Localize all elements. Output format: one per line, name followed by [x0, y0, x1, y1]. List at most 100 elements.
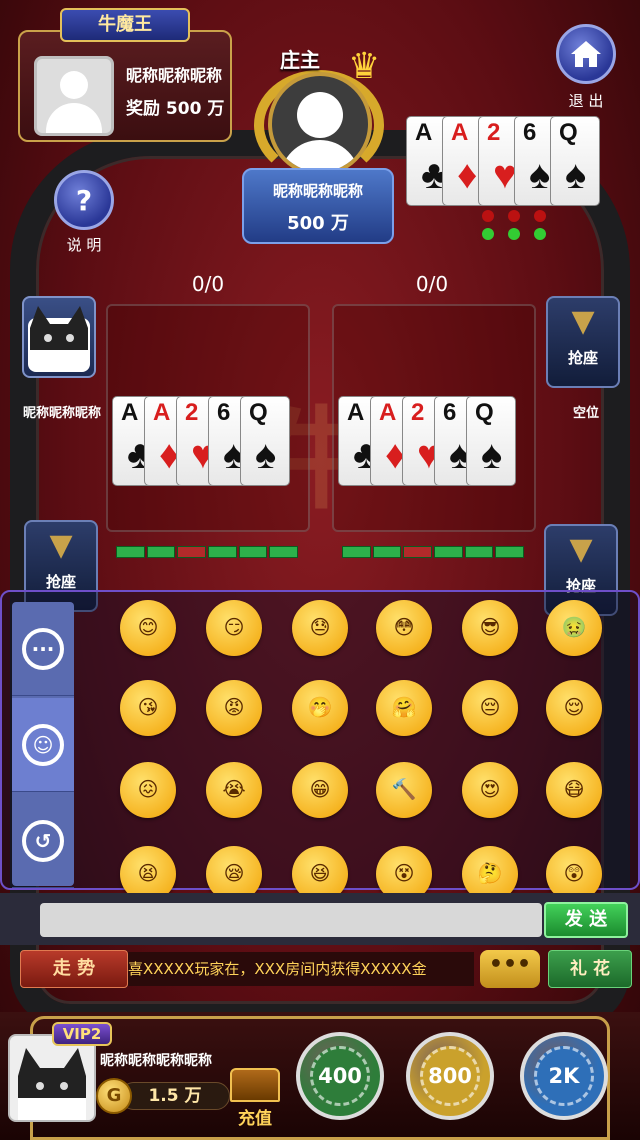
chat-input[interactable]: [40, 903, 542, 937]
emoji-option[interactable]: 🤭: [292, 680, 348, 736]
smile-icon: ☺: [22, 723, 64, 766]
card-suit-icon: ♠: [255, 433, 277, 477]
emoji-option[interactable]: 😔: [462, 680, 518, 736]
home-icon: [571, 41, 601, 67]
card-suit-icon: ♦: [457, 153, 478, 197]
emoji-option[interactable]: 🔨: [376, 762, 432, 818]
emoji-option[interactable]: 😷: [546, 762, 602, 818]
banker-avatar: [268, 72, 372, 176]
banker-title: 庄主: [280, 48, 320, 72]
card-rank: A: [415, 119, 433, 146]
card-rank: 6: [217, 399, 231, 426]
my-name: 昵称昵称昵称昵称: [100, 1053, 212, 1069]
emoji-option[interactable]: 😌: [546, 680, 602, 736]
playing-card: Q ♠: [550, 116, 600, 206]
crown-icon: ♛: [348, 46, 381, 87]
left-player-avatar[interactable]: [22, 296, 96, 378]
emoji-option[interactable]: 😓: [292, 600, 348, 656]
grab-seat-label: 抢座: [45, 573, 76, 591]
card-rank: 2: [411, 399, 425, 426]
grab-seat-label: 抢座: [567, 349, 598, 367]
more-chat-button[interactable]: •••: [480, 950, 540, 988]
send-button[interactable]: 发 送: [544, 902, 628, 938]
card-rank: Q: [559, 119, 578, 146]
cat-avatar-icon: [10, 1036, 94, 1120]
emoji-option[interactable]: 😏: [206, 600, 262, 656]
chip-label: 800: [420, 1046, 480, 1106]
card-rank: Q: [249, 399, 268, 426]
card-rank: A: [347, 399, 365, 426]
card-suit-icon: ♠: [481, 433, 503, 477]
recharge-label: 充值: [238, 1109, 272, 1129]
exit-button[interactable]: [556, 24, 616, 84]
right-seat-status: 空位: [572, 406, 599, 421]
tab-emoji[interactable]: ☺: [12, 698, 74, 792]
king-panel[interactable]: 昵称昵称昵称 奖励 500 万: [18, 30, 232, 142]
king-name: 昵称昵称昵称: [126, 66, 223, 85]
emoji-option[interactable]: 😖: [120, 762, 176, 818]
emoji-option[interactable]: 😎: [462, 600, 518, 656]
trend-button[interactable]: 走 势: [20, 950, 128, 988]
game-table: 牛 昵称昵称昵称 奖励 500 万 牛魔王 ? 说 明 退 出 ♛ 庄主 昵称昵…: [0, 0, 640, 1140]
card-rank: 6: [443, 399, 457, 426]
progress-bar-left: [116, 546, 299, 558]
tab-history[interactable]: ↺: [12, 794, 74, 888]
bet-chip-400[interactable]: 400: [296, 1032, 384, 1120]
card-rank: 6: [523, 119, 537, 146]
announcement-ticker: 喜XXXXX玩家在，XXX房间内获得XXXXX金: [128, 952, 474, 986]
emoji-option[interactable]: 😘: [120, 680, 176, 736]
vip-badge: VIP2: [52, 1022, 112, 1046]
cat-avatar-icon: [28, 306, 90, 372]
king-badge: 牛魔王: [60, 8, 190, 42]
my-balance: 1.5 万: [120, 1082, 230, 1110]
chip-label: 2K: [534, 1046, 594, 1106]
help-label: 说 明: [66, 236, 102, 254]
question-icon: ?: [75, 183, 93, 217]
exit-label: 退 出: [568, 92, 604, 110]
treasure-chest-icon: [230, 1068, 280, 1102]
status-dots: [478, 208, 548, 242]
grab-seat-button-right[interactable]: ▼ 抢座: [546, 296, 620, 388]
king-reward: 奖励 500 万: [126, 99, 225, 119]
banker-plate: 昵称昵称昵称 500 万: [242, 168, 394, 244]
card-rank: A: [379, 399, 397, 426]
king-avatar: [34, 56, 114, 136]
right-hand: A ♣ A ♦ 2 ♥ 6 ♠ Q ♠: [338, 396, 530, 488]
bet-chip-2k[interactable]: 2K: [520, 1032, 608, 1120]
card-rank: A: [121, 399, 139, 426]
history-icon: ↺: [22, 819, 64, 862]
gold-coin-icon: G: [96, 1078, 132, 1114]
card-rank: A: [153, 399, 171, 426]
emoji-option[interactable]: 🤢: [546, 600, 602, 656]
card-rank: 2: [487, 119, 501, 146]
down-arrow-icon: ▼: [571, 304, 595, 339]
tab-chat[interactable]: ···: [12, 602, 74, 696]
seat-score-right: 0/0: [415, 272, 449, 296]
banker-money: 500 万: [287, 213, 349, 234]
emoji-option[interactable]: 😳: [376, 600, 432, 656]
seat-score-left: 0/0: [191, 272, 225, 296]
emoji-option[interactable]: 😁: [292, 762, 348, 818]
emoji-option[interactable]: 😍: [462, 762, 518, 818]
recharge-button[interactable]: 充值: [226, 1068, 284, 1129]
banker-name: 昵称昵称昵称: [272, 182, 363, 200]
fireworks-gift-button[interactable]: 礼 花: [548, 950, 632, 988]
emoji-option[interactable]: 😭: [206, 762, 262, 818]
left-hand: A ♣ A ♦ 2 ♥ 6 ♠ Q ♠: [112, 396, 304, 488]
card-suit-icon: ♠: [565, 153, 587, 197]
help-button[interactable]: ?: [54, 170, 114, 230]
down-arrow-icon: ▼: [569, 532, 593, 567]
left-player-name: 昵称昵称昵称: [22, 406, 101, 421]
playing-card: Q ♠: [466, 396, 516, 486]
my-avatar[interactable]: [8, 1034, 96, 1122]
chat-bubble-icon: ···: [22, 627, 64, 670]
bet-chip-800[interactable]: 800: [406, 1032, 494, 1120]
card-rank: A: [451, 119, 469, 146]
banker-hand: A ♣ A ♦ 2 ♥ 6 ♠ Q ♠: [406, 116, 600, 208]
emoji-option[interactable]: 😡: [206, 680, 262, 736]
emoji-option[interactable]: 😊: [120, 600, 176, 656]
playing-card: Q ♠: [240, 396, 290, 486]
card-rank: 2: [185, 399, 199, 426]
down-arrow-icon: ▼: [49, 528, 73, 563]
emoji-option[interactable]: 🤗: [376, 680, 432, 736]
